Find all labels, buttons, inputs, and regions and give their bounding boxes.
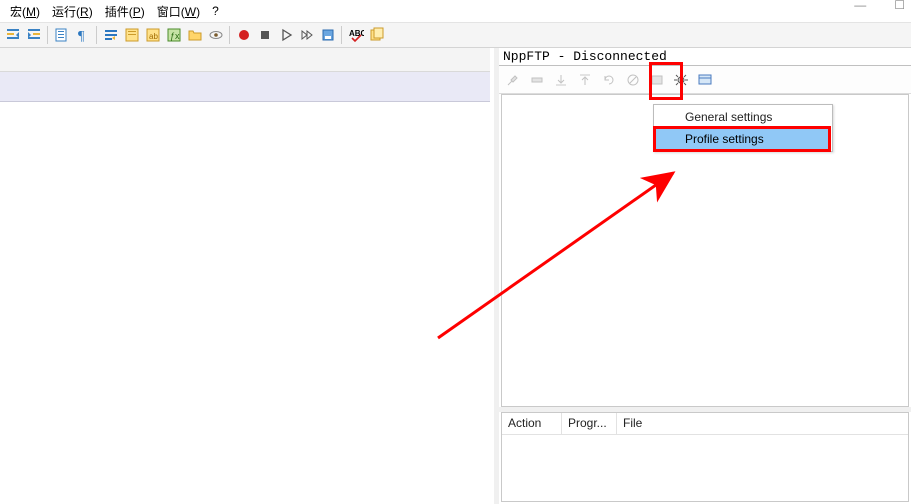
log-col-progress[interactable]: Progr...	[562, 413, 617, 434]
menu-general-settings[interactable]: General settings	[655, 106, 831, 128]
panel-title: NppFTP - Disconnected	[499, 48, 911, 66]
upload-icon[interactable]	[574, 69, 596, 91]
minimize-icon[interactable]: —	[854, 0, 866, 12]
svg-text:¶: ¶	[78, 29, 85, 43]
toolbar-separator	[229, 26, 230, 44]
log-col-action[interactable]: Action	[502, 413, 562, 434]
menu-help[interactable]: ?	[206, 2, 225, 20]
macro-fast-icon[interactable]	[297, 25, 316, 45]
toolbar-separator	[47, 26, 48, 44]
window-controls: — ☐	[854, 0, 905, 12]
panel-log: Action Progr... File	[501, 412, 909, 502]
menu-bar: 宏(M) 运行(R) 插件(P) 窗口(W) ?	[0, 0, 911, 22]
menu-plugins[interactable]: 插件(P)	[99, 1, 151, 22]
settings-gear-icon[interactable]	[670, 69, 692, 91]
editor-area[interactable]	[0, 48, 494, 504]
disconnect-icon[interactable]	[526, 69, 548, 91]
menu-macro[interactable]: 宏(M)	[4, 1, 46, 22]
guide-icon[interactable]	[122, 25, 141, 45]
spellcheck-icon[interactable]: ABC	[346, 25, 365, 45]
settings-dropdown: General settings Profile settings	[653, 104, 833, 152]
func-icon[interactable]: ƒx	[164, 25, 183, 45]
messages-icon[interactable]	[694, 69, 716, 91]
log-col-file[interactable]: File	[617, 413, 908, 434]
menu-window[interactable]: 窗口(W)	[151, 1, 206, 22]
svg-text:ABC: ABC	[349, 29, 364, 38]
macro-play-icon[interactable]	[276, 25, 295, 45]
macro-save-icon[interactable]	[318, 25, 337, 45]
connect-icon[interactable]	[502, 69, 524, 91]
toolbar-separator	[96, 26, 97, 44]
maximize-icon[interactable]: ☐	[894, 0, 905, 12]
macro-record-icon[interactable]	[234, 25, 253, 45]
indent-right-icon[interactable]	[24, 25, 43, 45]
toolbar-separator	[341, 26, 342, 44]
refresh-icon[interactable]	[598, 69, 620, 91]
abort-icon[interactable]	[622, 69, 644, 91]
doc-compare-icon[interactable]	[367, 25, 386, 45]
menu-profile-settings[interactable]: Profile settings	[655, 128, 831, 150]
paste-special-icon[interactable]	[52, 25, 71, 45]
pilcrow-icon[interactable]: ¶	[73, 25, 92, 45]
wrap-icon[interactable]	[101, 25, 120, 45]
lang-icon[interactable]: ab	[143, 25, 162, 45]
indent-left-icon[interactable]	[3, 25, 22, 45]
log-header: Action Progr... File	[502, 413, 908, 435]
download-icon[interactable]	[550, 69, 572, 91]
svg-text:ƒx: ƒx	[170, 31, 180, 41]
editor-tab-strip[interactable]	[0, 48, 490, 72]
folder-icon[interactable]	[185, 25, 204, 45]
panel-toolbar	[499, 66, 911, 94]
rawcmd-icon[interactable]	[646, 69, 668, 91]
menu-run[interactable]: 运行(R)	[46, 1, 99, 22]
macro-stop-icon[interactable]	[255, 25, 274, 45]
eye-icon[interactable]	[206, 25, 225, 45]
main-toolbar: ¶ ab ƒx ABC	[0, 22, 911, 48]
svg-text:ab: ab	[149, 32, 158, 41]
